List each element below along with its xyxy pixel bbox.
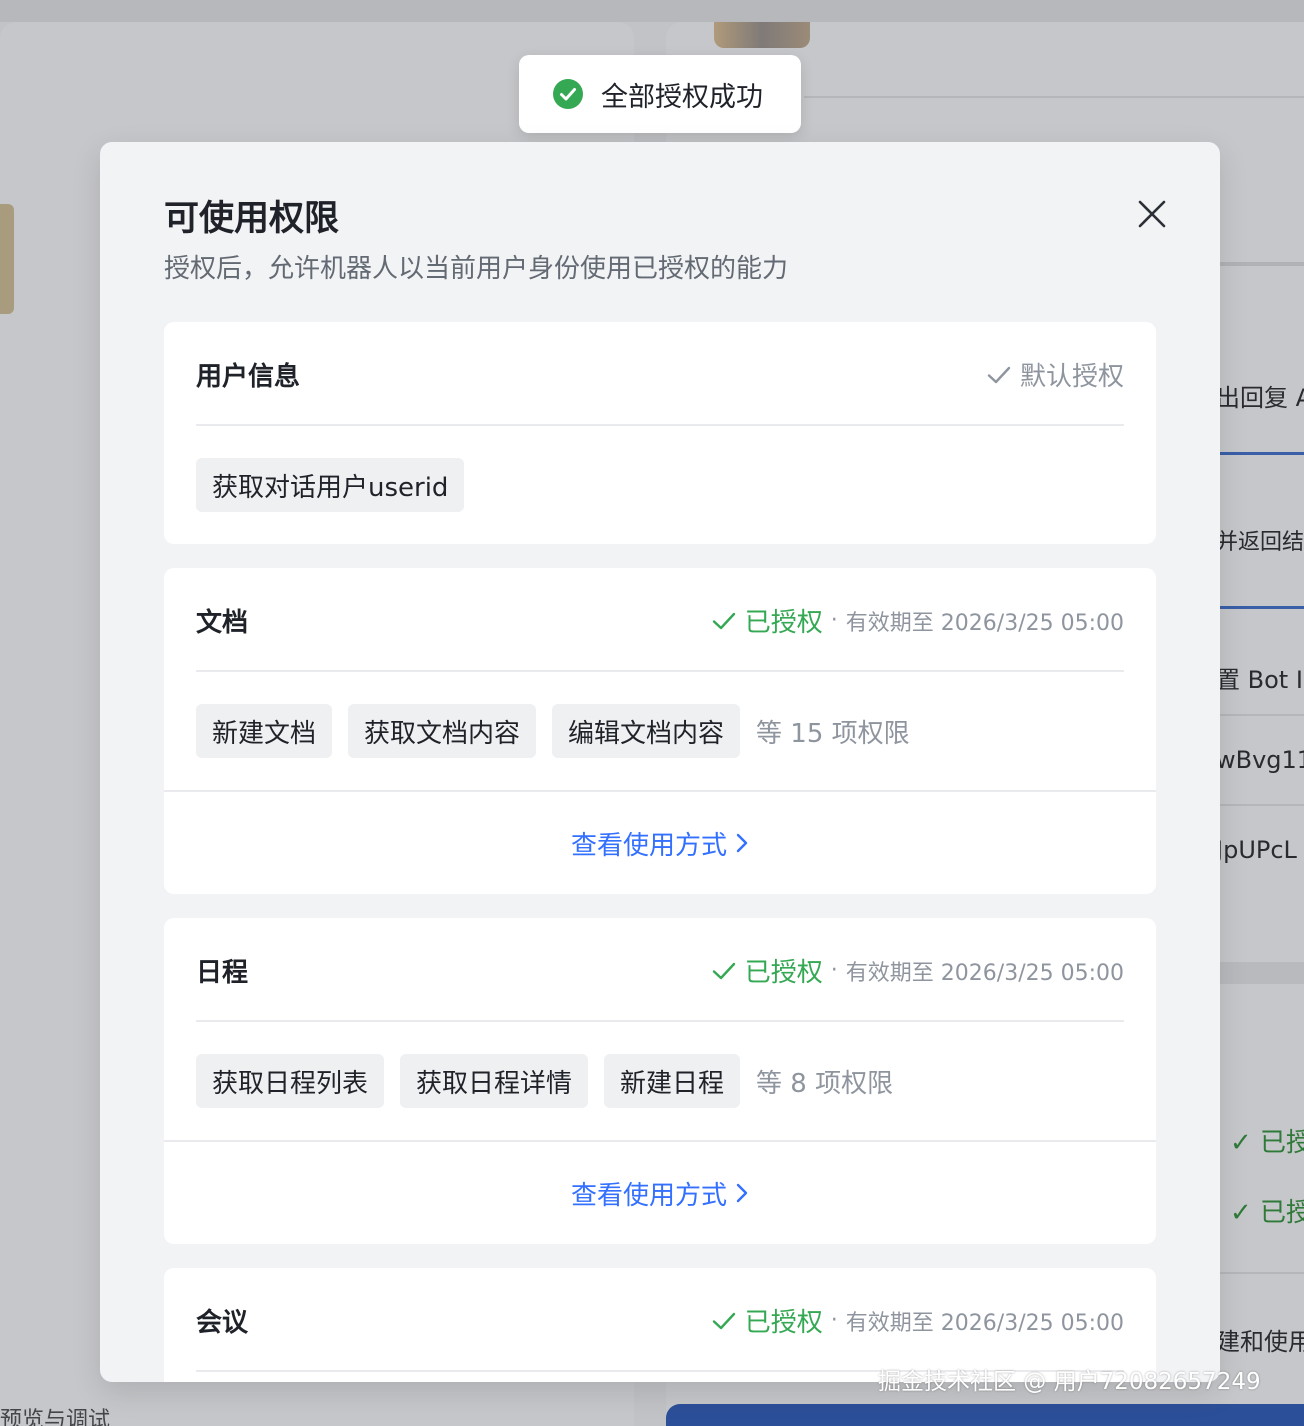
granted-status: 已授权 · 有效期至 2026/3/25 05:00 — [711, 602, 1124, 639]
background-preview-debug-label: 预览与调试 — [0, 1408, 111, 1426]
card-title: 日程 — [196, 958, 249, 988]
chevron-right-icon — [736, 1183, 748, 1203]
card-header: 用户信息 默认授权 — [196, 322, 1124, 426]
permission-card-user-info: 用户信息 默认授权 获取对话用户userid — [164, 322, 1156, 544]
card-header: 文档 已授权 · 有效期至 2026/3/25 05:00 — [196, 568, 1124, 672]
permission-card-calendar: 日程 已授权 · 有效期至 2026/3/25 05:00 获取日程列表 获取日… — [164, 918, 1156, 1244]
status-text: 已授权 — [744, 608, 823, 638]
close-icon — [1138, 200, 1166, 228]
check-icon — [987, 366, 1011, 383]
more-permissions-count: 等 8 项权限 — [756, 1068, 894, 1099]
more-permissions-count: 等 15 项权限 — [756, 718, 910, 749]
check-circle-icon — [553, 79, 583, 109]
background-divider — [1220, 962, 1304, 984]
close-button[interactable] — [1132, 194, 1172, 234]
permission-card-docs: 文档 已授权 · 有效期至 2026/3/25 05:00 新建文档 获取文档内… — [164, 568, 1156, 894]
background-divider — [1220, 1272, 1304, 1274]
modal-subtitle: 授权后，允许机器人以当前用户身份使用已授权的能力 — [164, 254, 789, 284]
background-divider — [1220, 804, 1304, 806]
background-divider — [1220, 262, 1304, 266]
background-right-text: 出回复 A — [1216, 384, 1304, 412]
card-header: 会议 已授权 · 有效期至 2026/3/25 05:00 — [196, 1268, 1124, 1372]
status-separator: · — [830, 608, 838, 633]
expiry-text: 有效期至 2026/3/25 05:00 — [845, 960, 1124, 986]
background-active-indicator — [1220, 606, 1304, 609]
granted-status: 已授权 · 有效期至 2026/3/25 05:00 — [711, 952, 1124, 989]
background-right-text: 置 Bot II — [1216, 666, 1304, 694]
permission-tags: 新建文档 获取文档内容 编辑文档内容 等 15 项权限 — [196, 704, 910, 758]
success-toast: 全部授权成功 — [519, 55, 801, 133]
permission-tag: 新建日程 — [604, 1054, 741, 1108]
status-separator: · — [830, 1308, 838, 1333]
card-header: 日程 已授权 · 有效期至 2026/3/25 05:00 — [196, 918, 1124, 1022]
view-usage-link[interactable]: 查看使用方式 — [571, 825, 749, 862]
permission-tag: 获取日程列表 — [196, 1054, 385, 1108]
view-usage-label: 查看使用方式 — [570, 830, 727, 861]
permissions-modal: 可使用权限 授权后，允许机器人以当前用户身份使用已授权的能力 用户信息 默认授权… — [100, 142, 1220, 1382]
status-text: 已授权 — [744, 1308, 823, 1338]
background-right-text: wBvg11 — [1216, 746, 1304, 774]
background-granted-status: ✓ 已授 — [1230, 1198, 1304, 1228]
status-separator: · — [830, 958, 838, 983]
background-right-text: JpUPcL — [1216, 836, 1297, 864]
check-icon — [712, 612, 735, 629]
granted-status: 已授权 · 有效期至 2026/3/25 05:00 — [711, 1302, 1124, 1339]
expiry-text: 有效期至 2026/3/25 05:00 — [845, 1310, 1124, 1336]
watermark: 掘金技术社区 @ 用户72082657249 — [878, 1369, 1261, 1395]
background-topbar — [0, 0, 1304, 22]
card-title: 用户信息 — [196, 362, 301, 392]
permission-tag: 新建文档 — [196, 704, 333, 758]
card-title: 文档 — [196, 608, 249, 638]
background-divider — [804, 96, 1304, 98]
default-auth-status: 默认授权 — [986, 356, 1124, 393]
background-active-indicator — [1220, 452, 1304, 455]
card-footer: 查看使用方式 — [164, 1140, 1156, 1244]
check-icon — [712, 962, 735, 979]
modal-title: 可使用权限 — [164, 199, 340, 239]
card-footer: 查看使用方式 — [164, 790, 1156, 894]
chevron-right-icon — [736, 833, 748, 853]
card-title: 会议 — [196, 1308, 249, 1338]
permission-tag: 获取文档内容 — [348, 704, 537, 758]
background-left-card — [0, 204, 14, 314]
view-usage-link[interactable]: 查看使用方式 — [571, 1175, 749, 1212]
check-icon — [712, 1312, 735, 1329]
permission-tag: 编辑文档内容 — [552, 704, 741, 758]
status-text: 已授权 — [744, 958, 823, 988]
view-usage-label: 查看使用方式 — [570, 1180, 727, 1211]
background-right-text: 建和使用 — [1216, 1328, 1304, 1356]
permission-tags: 获取对话用户userid — [196, 458, 480, 512]
permission-tags: 获取日程列表 获取日程详情 新建日程 等 8 项权限 — [196, 1054, 893, 1108]
background-right-text: 并返回结 — [1216, 530, 1304, 555]
background-primary-button — [666, 1404, 1304, 1426]
toast-message: 全部授权成功 — [601, 81, 763, 113]
expiry-text: 有效期至 2026/3/25 05:00 — [845, 610, 1124, 636]
status-text: 默认授权 — [1019, 362, 1124, 392]
permission-tag: 获取对话用户userid — [196, 458, 465, 512]
background-granted-status: ✓ 已授 — [1230, 1128, 1304, 1158]
permission-tag: 获取日程详情 — [400, 1054, 589, 1108]
background-avatar — [714, 22, 810, 48]
background-divider — [1220, 714, 1304, 716]
